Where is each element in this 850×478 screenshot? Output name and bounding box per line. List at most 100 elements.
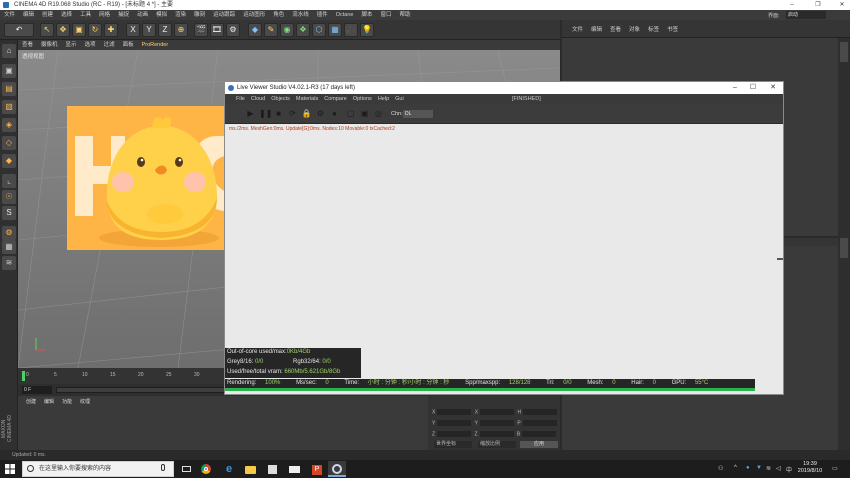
deformer-icon[interactable]: ⬡ [312,23,326,37]
object-menu-item-0[interactable]: 文件 [568,25,587,33]
attribute-tab-icon[interactable] [840,238,848,258]
pick-focus-icon[interactable]: ◎ [373,108,384,119]
menu-item-10[interactable]: 雕刻 [190,10,209,20]
menu-item-13[interactable]: 角色 [269,10,288,20]
layout-select[interactable]: 启动 [786,11,826,19]
rot-b-field[interactable] [522,431,557,437]
model-mode-icon[interactable]: ▣ [2,64,16,78]
snap-icon[interactable]: S [2,206,16,220]
menu-item-11[interactable]: 运动跟踪 [209,10,239,20]
menu-item-0[interactable]: 文件 [0,10,19,20]
viewport-menu-item-3[interactable]: 选项 [81,40,100,50]
store-icon[interactable] [264,461,282,477]
menu-item-2[interactable]: 创建 [38,10,57,20]
file-explorer-icon[interactable] [242,461,260,477]
viewport-menu-item-4[interactable]: 过滤 [100,40,119,50]
people-icon[interactable]: ⚇ [718,465,723,472]
pause-icon[interactable]: ❚❚ [259,108,272,119]
zoom-icon[interactable]: ▣ [359,108,370,119]
apply-button[interactable]: 应用 [520,441,558,448]
menu-item-7[interactable]: 动画 [133,10,152,20]
lock-workplane-icon[interactable]: ⚙ [2,226,16,240]
y-axis-icon[interactable]: Y [142,23,156,37]
lv-menu-item-2[interactable]: Objects [268,94,293,104]
menu-item-5[interactable]: 网格 [95,10,114,20]
menu-item-12[interactable]: 运动图形 [239,10,269,20]
mail-icon[interactable] [286,461,304,477]
material-menu-item-1[interactable]: 编辑 [40,398,58,405]
close-icon[interactable]: ✕ [834,0,850,10]
lv-minimize-icon[interactable]: – [725,82,745,94]
wifi-icon[interactable]: ≋ [766,465,771,472]
lv-menu-item-5[interactable]: Options [350,94,375,104]
material-ball-icon[interactable]: ● [329,108,340,119]
tweak-icon[interactable]: ☉ [2,190,16,204]
menu-item-15[interactable]: 插件 [313,10,332,20]
play-icon[interactable]: ▶ [245,108,256,119]
viewport-menu-item-0[interactable]: 查看 [18,40,37,50]
z-axis-icon[interactable]: Z [158,23,172,37]
rot-h-field[interactable] [523,409,558,415]
cinema4d-task-icon[interactable] [328,461,346,477]
canvas-resize-handle[interactable] [777,258,783,260]
render-picture-icon[interactable]: 🎞 [210,23,224,37]
menu-item-4[interactable]: 工具 [76,10,95,20]
menu-item-18[interactable]: 窗口 [377,10,396,20]
rot-p-field[interactable] [522,420,557,426]
menu-item-14[interactable]: 流水线 [288,10,313,20]
material-menu-item-0[interactable]: 创建 [22,398,40,405]
material-menu-item-3[interactable]: 纹理 [76,398,94,405]
viewport-menu-item-2[interactable]: 显示 [62,40,81,50]
menu-item-6[interactable]: 捕捉 [114,10,133,20]
lv-menu-item-1[interactable]: Cloud [248,94,268,104]
grid-icon[interactable]: ▦ [2,240,16,254]
pos-x-field[interactable] [437,409,472,415]
task-view-icon[interactable] [178,461,196,477]
subdivision-icon[interactable]: ◉ [280,23,294,37]
object-menu-item-4[interactable]: 标签 [644,25,663,33]
stop-icon[interactable]: ■ [273,108,284,119]
object-menu-item-3[interactable]: 对象 [625,25,644,33]
lv-menu-item-6[interactable]: Help [375,94,392,104]
lv-maximize-icon[interactable]: ☐ [743,82,763,94]
pos-z-field[interactable] [437,431,472,437]
select-tool-icon[interactable]: ↖ [40,23,54,37]
light-icon[interactable]: 💡 [360,23,374,37]
notification-icon[interactable]: ▭ [832,465,838,472]
lv-menu-item-0[interactable]: File [233,94,248,104]
restart-icon[interactable]: ⟳ [287,108,298,119]
shield-icon[interactable]: ▼ [756,465,762,471]
lock-icon[interactable]: 🔒 [301,108,312,119]
network-icon[interactable]: ● [746,465,750,471]
menu-item-1[interactable]: 编辑 [19,10,38,20]
size-y-field[interactable] [480,420,514,426]
menu-item-8[interactable]: 模拟 [152,10,171,20]
object-tab-icon[interactable] [840,42,848,62]
render-view-icon[interactable]: 🎬 [194,23,208,37]
material-menu-item-2[interactable]: 功能 [58,398,76,405]
lv-menu-item-7[interactable]: Gui [392,94,407,104]
object-menu-item-2[interactable]: 查看 [606,25,625,33]
maximize-icon[interactable]: ❐ [810,0,826,10]
rotate-tool-icon[interactable]: ↻ [88,23,102,37]
object-menu-item-5[interactable]: 书签 [663,25,682,33]
axis-icon[interactable]: ⌞ [2,174,16,188]
windows-start-icon[interactable] [5,464,15,474]
system-clock[interactable]: 19:39 2019/8/10 [796,461,824,475]
layer-icon[interactable]: ≋ [2,256,16,270]
move-tool-icon[interactable]: ✥ [56,23,70,37]
points-mode-icon[interactable]: ◈ [2,118,16,132]
chrome-icon[interactable] [198,461,216,477]
workplane-icon[interactable]: ▧ [2,100,16,114]
lv-close-icon[interactable]: ✕ [763,82,783,94]
powerpoint-icon[interactable]: P [308,461,326,477]
camera-icon[interactable]: 🎥 [344,23,358,37]
live-viewer-render-canvas[interactable] [225,124,783,348]
lv-menu-item-4[interactable]: Compare [321,94,350,104]
cloner-icon[interactable]: ❖ [296,23,310,37]
make-editable-icon[interactable]: ⌂ [2,44,16,58]
microphone-icon[interactable] [161,464,165,471]
ime-indicator[interactable]: 中 [786,465,792,474]
lv-menu-item-3[interactable]: Materials [293,94,321,104]
viewport-prorender-item[interactable]: ProRender [138,40,173,50]
